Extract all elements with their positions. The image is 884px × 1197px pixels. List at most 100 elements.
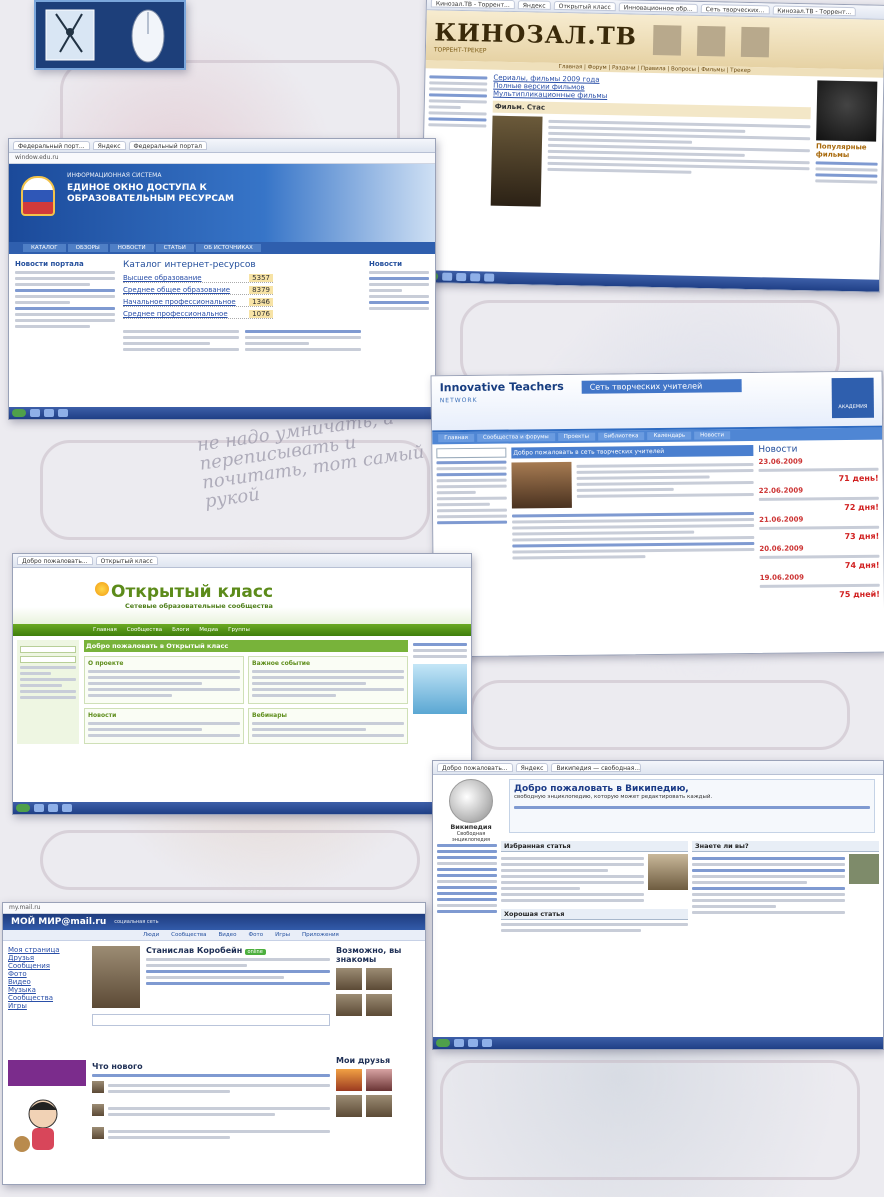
academy-badge[interactable]: АКАДЕМИЯ — [831, 377, 875, 419]
catalog-row[interactable]: Высшее образование 5357 — [123, 274, 273, 283]
menu-item[interactable]: Игры — [275, 932, 290, 938]
news-item[interactable]: 22.06.2009 72 дня! — [759, 486, 879, 513]
suggested-friend[interactable] — [336, 994, 362, 1016]
menu-item[interactable]: Приложения — [302, 932, 339, 938]
news-item[interactable]: 19.06.2009 75 дней! — [760, 573, 880, 600]
friend-photo[interactable] — [366, 1095, 392, 1117]
nav-item[interactable]: Библиотека — [597, 432, 645, 441]
nav-item[interactable]: НОВОСТИ — [109, 244, 154, 252]
avatar[interactable] — [92, 946, 140, 1008]
taskbar-app[interactable] — [48, 804, 58, 812]
nav-item[interactable]: ОБЗОРЫ — [67, 244, 108, 252]
browser-tab[interactable]: Википедия — свободная... — [551, 763, 642, 772]
browser-tab[interactable]: Яндекс — [517, 0, 551, 10]
start-button[interactable] — [16, 804, 30, 812]
nav-item[interactable]: Главная — [438, 433, 475, 443]
taskbar-app[interactable] — [62, 804, 72, 812]
start-button[interactable] — [436, 1039, 450, 1047]
menu-item[interactable]: Сообщества — [171, 932, 206, 938]
nav-item[interactable]: Медиа — [199, 626, 218, 634]
catalog-row[interactable]: Среднее профессиональное 1076 — [123, 310, 273, 319]
browser-tab[interactable]: Яндекс — [515, 763, 549, 772]
address-bar[interactable]: my.mail.ru — [3, 903, 425, 914]
nav-item[interactable]: Главная — [93, 626, 117, 634]
actor-thumb[interactable] — [696, 25, 726, 57]
taskbar-app[interactable] — [484, 273, 495, 282]
status-input[interactable] — [92, 1014, 330, 1026]
nav-item[interactable]: Сообщения — [8, 962, 86, 970]
nav-item[interactable]: СТАТЬИ — [155, 244, 194, 252]
nav-item[interactable]: Сообщества — [8, 994, 86, 1002]
taskbar-app[interactable] — [468, 1039, 478, 1047]
taskbar-app[interactable] — [44, 409, 54, 417]
feed-avatar[interactable] — [92, 1104, 104, 1116]
browser-tab[interactable]: Кинозал.ТВ - Торрент... — [772, 5, 857, 17]
actor-thumb[interactable] — [652, 24, 682, 56]
browser-tab[interactable]: Федеральный порт... — [13, 141, 90, 150]
suggested-friend[interactable] — [366, 968, 392, 990]
site-logo[interactable]: КИНОЗАЛ.ТВ — [434, 17, 637, 50]
nav-item[interactable]: Блоги — [172, 626, 189, 634]
nav-item[interactable]: Моя страница — [8, 946, 86, 954]
nav-item[interactable]: Фото — [8, 970, 86, 978]
oc-title[interactable]: Открытый класс — [111, 582, 273, 602]
wiki-globe-icon[interactable] — [449, 779, 493, 823]
catalog-row[interactable]: Среднее общее образование 8379 — [123, 286, 273, 295]
catalog-row[interactable]: Начальное профессиональное 1346 — [123, 298, 273, 307]
suggested-friend[interactable] — [366, 994, 392, 1016]
nav-item[interactable]: Друзья — [8, 954, 86, 962]
mymail-logo[interactable]: МОЙ МИР@mail.ru — [11, 917, 106, 927]
taskbar-app[interactable] — [454, 1039, 464, 1047]
nav-item[interactable]: Группы — [228, 626, 250, 634]
taskbar-app[interactable] — [30, 409, 40, 417]
browser-tab[interactable]: Сеть творческих... — [700, 3, 770, 15]
feed-avatar[interactable] — [92, 1127, 104, 1139]
actor-thumb[interactable] — [740, 26, 770, 58]
nav-item[interactable]: Музыка — [8, 986, 86, 994]
friend-photo[interactable] — [336, 1069, 362, 1091]
promo-image[interactable] — [413, 664, 467, 714]
news-item[interactable]: 20.06.2009 74 дня! — [759, 544, 879, 571]
menu-item[interactable]: Видео — [219, 932, 237, 938]
browser-tab[interactable]: Инновационное обр... — [618, 2, 698, 13]
film-poster[interactable] — [490, 115, 543, 207]
nav-item[interactable]: Сообщества и форумы — [476, 433, 555, 442]
nav-item[interactable]: Сообщества — [127, 626, 162, 634]
featured-image[interactable] — [648, 854, 688, 890]
browser-tab[interactable]: Добро пожаловать... — [437, 763, 513, 772]
nav-item[interactable]: КАТАЛОГ — [23, 244, 66, 252]
news-item[interactable]: 23.06.2009 71 день! — [758, 457, 878, 484]
browser-tab[interactable]: Открытый класс — [553, 0, 616, 12]
browser-tab[interactable]: Федеральный портал — [128, 141, 207, 150]
login-input[interactable] — [20, 646, 76, 653]
nav-item[interactable]: Новости — [694, 431, 731, 440]
news-item[interactable]: 21.06.2009 73 дня! — [759, 515, 879, 542]
nav-item[interactable]: Проекты — [557, 432, 595, 442]
search-input[interactable] — [436, 447, 507, 459]
menu-item[interactable]: Люди — [143, 932, 159, 938]
browser-tab[interactable]: Яндекс — [92, 141, 126, 150]
browser-tab[interactable]: Открытый класс — [95, 556, 158, 565]
nav-item[interactable]: Календарь — [647, 431, 692, 441]
taskbar-app[interactable] — [470, 273, 481, 282]
friend-photo[interactable] — [366, 1069, 392, 1091]
feed-avatar[interactable] — [92, 1081, 104, 1093]
nav-item[interactable]: Игры — [8, 1002, 86, 1010]
password-input[interactable] — [20, 656, 76, 663]
start-button[interactable] — [12, 409, 26, 417]
nav-item[interactable]: Видео — [8, 978, 86, 986]
suggested-friend[interactable] — [336, 968, 362, 990]
taskbar-app[interactable] — [482, 1039, 492, 1047]
browser-tab[interactable]: Добро пожаловать... — [17, 556, 93, 565]
browser-tab[interactable]: Кинозал.ТВ - Торрент... — [430, 0, 515, 10]
taskbar-app[interactable] — [34, 804, 44, 812]
taskbar-app[interactable] — [456, 272, 467, 282]
friend-photo[interactable] — [336, 1095, 362, 1117]
promo-banner[interactable] — [8, 1060, 86, 1086]
nav-item[interactable]: ОБ ИСТОЧНИКАХ — [195, 244, 261, 252]
menu-item[interactable]: Фото — [248, 932, 263, 938]
dyk-image[interactable] — [849, 854, 879, 884]
taskbar-app[interactable] — [58, 409, 68, 417]
address-bar[interactable]: window.edu.ru — [9, 153, 435, 164]
taskbar-app[interactable] — [442, 272, 453, 281]
